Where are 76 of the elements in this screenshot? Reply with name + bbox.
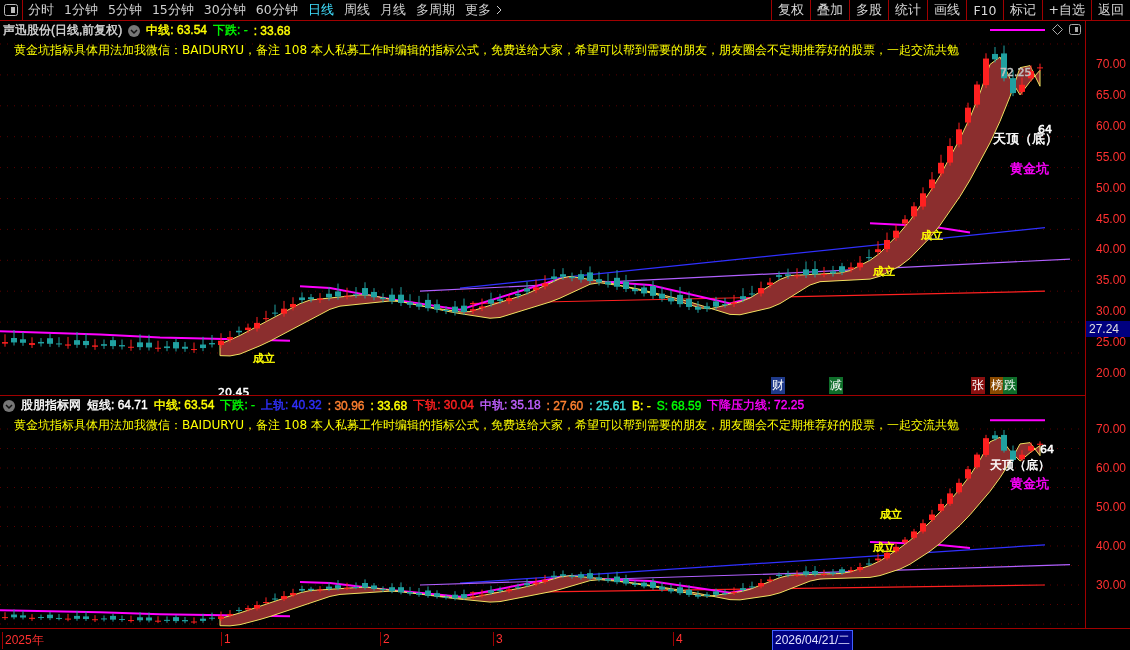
toolbar-button[interactable]: 标记 xyxy=(1002,0,1042,20)
indicator-reading: 短线: 64.71 xyxy=(87,397,148,414)
signal-badge: 跌 xyxy=(1003,377,1017,394)
toolbar-button[interactable]: 返回 xyxy=(1091,0,1130,20)
period-tab[interactable]: 多周期 xyxy=(410,0,460,20)
toolbar-button[interactable]: 统计 xyxy=(888,0,928,20)
period-tab[interactable]: 分时 xyxy=(23,0,59,20)
toolbar-button[interactable]: F10 xyxy=(966,0,1003,20)
chart-annotation: 72.25 xyxy=(1000,66,1032,79)
chart-annotation: 黄金坑 xyxy=(1010,476,1049,491)
price-axis-label: 60.00 xyxy=(1095,461,1126,475)
indicator-reading: 下轨: 30.04 xyxy=(413,397,474,414)
indicator-reading: 中线: 63.54 xyxy=(146,22,208,39)
toolbar-button[interactable]: +自选 xyxy=(1041,0,1091,20)
indicator-reading: : 30.96 xyxy=(327,398,365,413)
time-axis-label: 1 xyxy=(221,632,231,646)
price-axis-label: 65.00 xyxy=(1095,87,1126,102)
price-axis-label: 40.00 xyxy=(1095,242,1126,257)
signal-badge: 张 xyxy=(971,377,985,394)
price-axis-label: 30.00 xyxy=(1095,578,1126,592)
time-axis-label: 2025年 xyxy=(2,632,44,649)
period-tab[interactable]: 30分钟 xyxy=(198,0,251,20)
indicator-reading: 下降压力线: 72.25 xyxy=(707,397,805,414)
cursor-date-label: 2026/04/21/二 xyxy=(772,630,854,650)
toolbar-button[interactable]: 画线 xyxy=(927,0,967,20)
indicator-reading: : 33.68 xyxy=(253,23,291,38)
indicator-reading: 上轨: 40.32 xyxy=(261,397,322,414)
time-axis-label: 3 xyxy=(493,632,503,646)
price-axis-label: 20.00 xyxy=(1095,366,1126,380)
period-tab[interactable]: 日线 xyxy=(302,0,339,20)
chart-annotation: 成立 xyxy=(873,541,895,554)
chart-title: 声迅股份(日线,前复权) xyxy=(3,22,123,39)
indicator-reading: 下跌: - xyxy=(213,22,248,39)
price-axis-label: 50.00 xyxy=(1095,500,1126,514)
signal-badge: 财 xyxy=(771,377,785,394)
price-axis-label: 40.00 xyxy=(1095,539,1126,553)
toolbar-button[interactable]: 多股 xyxy=(849,0,889,20)
period-tab[interactable]: 5分钟 xyxy=(102,0,147,20)
period-tab[interactable]: 1分钟 xyxy=(59,0,103,20)
current-price-label: 27.24 xyxy=(1086,321,1130,337)
indicator-reading: 股朋指标网 xyxy=(21,397,81,414)
period-tab[interactable]: 60分钟 xyxy=(250,0,303,20)
price-axis-label: 55.00 xyxy=(1095,149,1126,164)
price-axis-label: 60.00 xyxy=(1095,118,1126,133)
indicator-reading: : 33.68 xyxy=(370,398,408,413)
indicator-reading: 中线: 63.54 xyxy=(153,397,215,414)
indicator-message: 黄金坑指标具体用法加我微信：BAIDURYU，备注 108 本人私募工作时编辑的指标公式，免费送给大家，希望可以帮到需要的朋友，朋友圈会不定期推荐好的股票，一起交流共勉 xyxy=(14,42,959,59)
price-axis-label: 70.00 xyxy=(1095,57,1126,71)
indicator-message: 黄金坑指标具体用法加我微信：BAIDURYU，备注 108 本人私募工作时编辑的指标公式，免费送给大家，希望可以帮到需要的朋友，朋友圈会不定期推荐好的股票，一起交流共勉 xyxy=(14,417,959,434)
indicator-reading: 下跌: - xyxy=(220,397,256,414)
price-axis-label: 50.00 xyxy=(1095,180,1126,195)
time-axis-label: 4 xyxy=(673,632,683,646)
toolbar-button[interactable]: 复权 xyxy=(771,0,811,20)
period-tab[interactable]: 更多 xyxy=(459,0,496,20)
chart-annotation: 成立 xyxy=(873,265,895,278)
price-axis-label: 35.00 xyxy=(1095,273,1126,288)
indicator-reading: : 25.61 xyxy=(589,398,626,413)
period-tab[interactable]: 周线 xyxy=(338,0,375,20)
price-axis-label: 25.00 xyxy=(1095,335,1126,350)
indicator-reading: 中轨: 35.18 xyxy=(479,397,541,414)
period-tab[interactable]: 15分钟 xyxy=(146,0,199,20)
chart-annotation: 64 xyxy=(1040,443,1054,456)
signal-badge: 减 xyxy=(829,377,843,394)
indicator-reading: S: 68.59 xyxy=(656,398,702,413)
indicator-reading: : 27.60 xyxy=(546,398,584,413)
price-axis-label: 70.00 xyxy=(1095,422,1126,436)
chart-annotation: 黄金坑 xyxy=(1010,161,1049,176)
indicator-reading: B: - xyxy=(632,398,651,413)
price-axis-label: 45.00 xyxy=(1095,211,1126,226)
chart-annotation: 成立 xyxy=(253,352,275,365)
time-axis-label: 2 xyxy=(380,632,390,646)
signal-badge: 榜 xyxy=(990,377,1004,394)
period-tab[interactable]: 月线 xyxy=(374,0,411,20)
price-axis-label: 30.00 xyxy=(1095,304,1126,319)
chart-annotation: 成立 xyxy=(880,508,902,521)
toolbar-button[interactable]: 叠加 xyxy=(810,0,850,20)
